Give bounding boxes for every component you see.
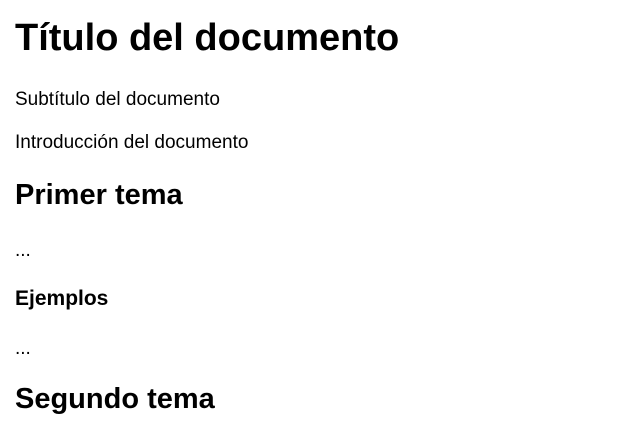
document-page: Título del documento Subtítulo del docum… [0, 0, 617, 429]
subsection-heading-ejemplos: Ejemplos [15, 287, 109, 310]
section-body-placeholder: ... [15, 240, 31, 261]
document-title: Título del documento [15, 17, 400, 59]
document-introduction: Introducción del documento [15, 132, 249, 153]
section-heading-primer-tema: Primer tema [15, 179, 183, 211]
document-subtitle: Subtítulo del documento [15, 89, 220, 110]
section-heading-segundo-tema: Segundo tema [15, 383, 215, 415]
subsection-body-placeholder: ... [15, 338, 31, 359]
